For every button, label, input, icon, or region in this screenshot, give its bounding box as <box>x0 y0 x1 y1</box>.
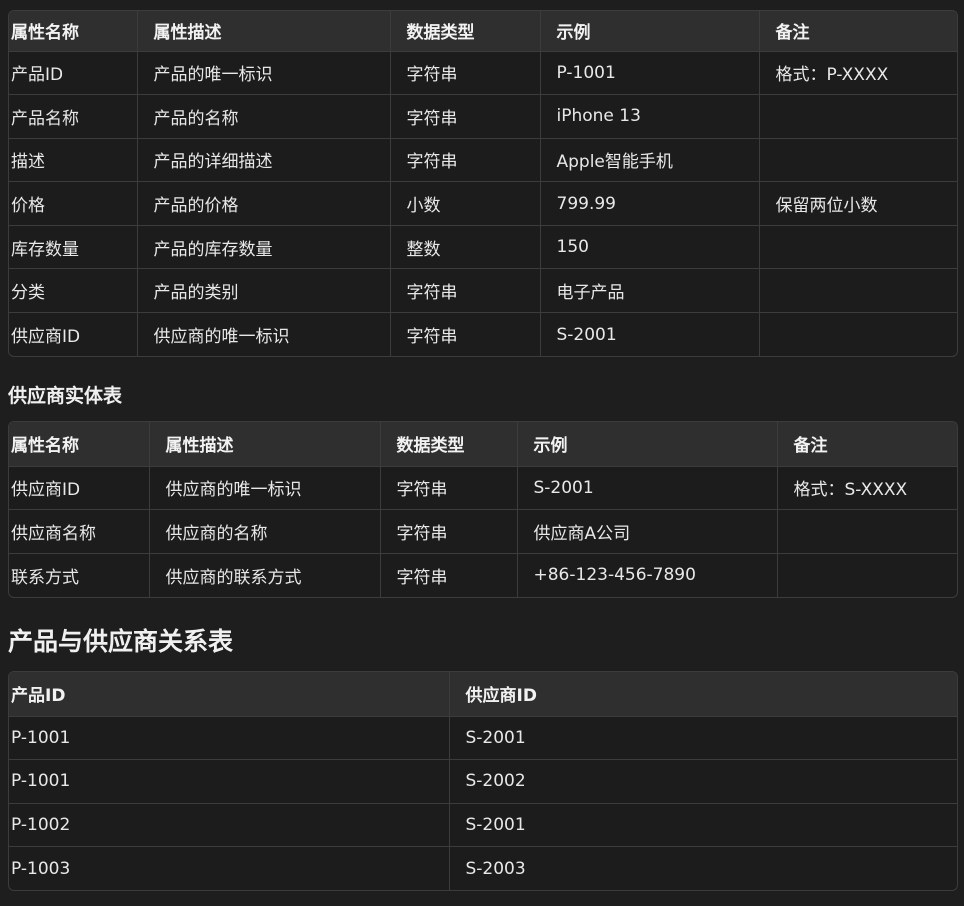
table-cell: 字符串 <box>390 312 541 356</box>
table-cell: +86-123-456-7890 <box>517 553 778 597</box>
table-cell: 字符串 <box>390 51 541 96</box>
table-cell: 供应商的名称 <box>149 509 381 554</box>
table-cell: 产品ID <box>9 51 138 96</box>
table-cell: 价格 <box>9 181 138 226</box>
table-row: 价格 产品的价格 小数 799.99 保留两位小数 <box>9 181 957 226</box>
table-cell: 保留两位小数 <box>759 181 957 226</box>
table-cell: S-2003 <box>465 858 526 879</box>
table-cell <box>759 268 957 314</box>
table-cell: P-1003 <box>9 846 450 890</box>
table-cell: S-2001 <box>540 312 760 356</box>
section-title-relation: 产品与供应商关系表 <box>8 627 234 656</box>
table-cell: P-1001 <box>9 716 450 760</box>
table-cell: iPhone 13 <box>540 94 760 139</box>
table-cell: 产品的名称 <box>137 94 391 139</box>
column-header: 属性名称 <box>9 422 150 467</box>
table-cell: 产品的价格 <box>137 181 391 226</box>
table-row: P-1003 S-2003 <box>9 846 957 890</box>
section-title-supplier: 供应商实体表 <box>8 385 123 407</box>
table-row: P-1001 S-2002 <box>9 759 957 804</box>
column-header: 属性描述 <box>137 11 391 52</box>
table-header-row: 属性名称 属性描述 数据类型 示例 备注 <box>9 422 957 467</box>
table-cell: 供应商ID <box>9 312 138 356</box>
table-cell: S-2001 <box>449 716 957 760</box>
table-cell: 字符串 <box>390 94 541 139</box>
column-header: 数据类型 <box>380 422 518 467</box>
table-row: 联系方式 供应商的联系方式 字符串 +86-123-456-7890 <box>9 553 957 597</box>
table-cell: P-1001 <box>9 759 450 804</box>
table-row: 供应商ID 供应商的唯一标识 字符串 S-2001 格式：S-XXXX <box>9 466 957 511</box>
table-cell: 供应商ID <box>9 466 150 511</box>
table-cell <box>759 94 957 139</box>
table-cell: S-2002 <box>449 759 957 804</box>
table-cell: 字符串 <box>390 268 541 314</box>
table-header-row: 产品ID 供应商ID <box>9 672 957 717</box>
column-header: 备注 <box>759 11 957 52</box>
table-cell: P-1002 <box>9 803 450 847</box>
table-cell: 产品的类别 <box>137 268 391 314</box>
column-header: 产品ID <box>9 672 450 717</box>
column-header: 数据类型 <box>390 11 541 52</box>
table-cell: 联系方式 <box>9 553 150 597</box>
table-cell: 供应商的唯一标识 <box>149 466 381 511</box>
table-row: 描述 产品的详细描述 字符串 Apple智能手机 <box>9 138 957 183</box>
table-cell: 产品的详细描述 <box>137 138 391 183</box>
table-cell: 分类 <box>9 268 138 314</box>
table-cell: P-1001 <box>540 51 760 96</box>
table-cell <box>759 313 957 356</box>
table-row: 分类 产品的类别 字符串 电子产品 <box>9 268 957 314</box>
column-header: 属性名称 <box>9 11 138 52</box>
table-cell: 电子产品 <box>540 268 760 314</box>
table-cell: Apple智能手机 <box>540 138 760 183</box>
table-row: 产品名称 产品的名称 字符串 iPhone 13 <box>9 94 957 139</box>
table-row: 供应商名称 供应商的名称 字符串 供应商A公司 <box>9 509 957 554</box>
column-header: 属性描述 <box>149 422 381 467</box>
table-cell: 供应商A公司 <box>517 509 778 554</box>
table-row: P-1002 S-2001 <box>9 803 957 847</box>
table-cell <box>777 509 957 554</box>
table-cell: 库存数量 <box>9 225 138 270</box>
table-row: P-1001 S-2001 <box>9 716 957 760</box>
table-cell: 描述 <box>9 138 138 183</box>
table-cell: 字符串 <box>380 509 518 554</box>
table-cell: 格式：P-XXXX <box>759 51 957 96</box>
table-cell <box>759 225 957 270</box>
table-cell: 格式：S-XXXX <box>777 466 957 511</box>
table-cell: 产品的库存数量 <box>137 225 391 270</box>
table-cell: 799.99 <box>540 181 760 226</box>
table-header-row: 属性名称 属性描述 数据类型 示例 备注 <box>9 11 957 52</box>
column-header: 示例 <box>540 11 760 52</box>
table-cell: S-2001 <box>517 466 778 511</box>
table-cell: 字符串 <box>380 466 518 511</box>
supplier-entity-table: 属性名称 属性描述 数据类型 示例 备注 供应商ID 供应商的唯一标识 字符串 … <box>8 421 958 598</box>
table-row: 产品ID 产品的唯一标识 字符串 P-1001 格式：P-XXXX <box>9 51 957 96</box>
table-cell: 小数 <box>390 181 541 226</box>
table-cell: 150 <box>540 225 760 270</box>
table-cell: 整数 <box>390 225 541 270</box>
table-row: 供应商ID 供应商的唯一标识 字符串 S-2001 <box>9 312 957 356</box>
product-attribute-table: 属性名称 属性描述 数据类型 示例 备注 产品ID 产品的唯一标识 字符串 P-… <box>8 10 958 357</box>
product-supplier-relation-table: 产品ID 供应商ID P-1001 S-2001 P-1001 S-2002 P… <box>8 671 958 891</box>
table-cell: 产品名称 <box>9 94 138 139</box>
column-header: 示例 <box>517 422 778 467</box>
table-cell: S-2001 <box>449 803 957 847</box>
table-cell: 产品的唯一标识 <box>137 51 391 96</box>
table-row: 库存数量 产品的库存数量 整数 150 <box>9 225 957 270</box>
table-cell: 字符串 <box>380 553 518 597</box>
table-cell <box>777 553 957 597</box>
table-cell: 供应商名称 <box>9 509 150 554</box>
table-cell: 字符串 <box>390 138 541 183</box>
column-header: 备注 <box>777 422 957 467</box>
table-cell <box>759 138 957 183</box>
table-cell: 供应商的唯一标识 <box>137 312 391 356</box>
table-cell: 供应商的联系方式 <box>149 553 381 597</box>
column-header: 供应商ID <box>449 672 957 717</box>
